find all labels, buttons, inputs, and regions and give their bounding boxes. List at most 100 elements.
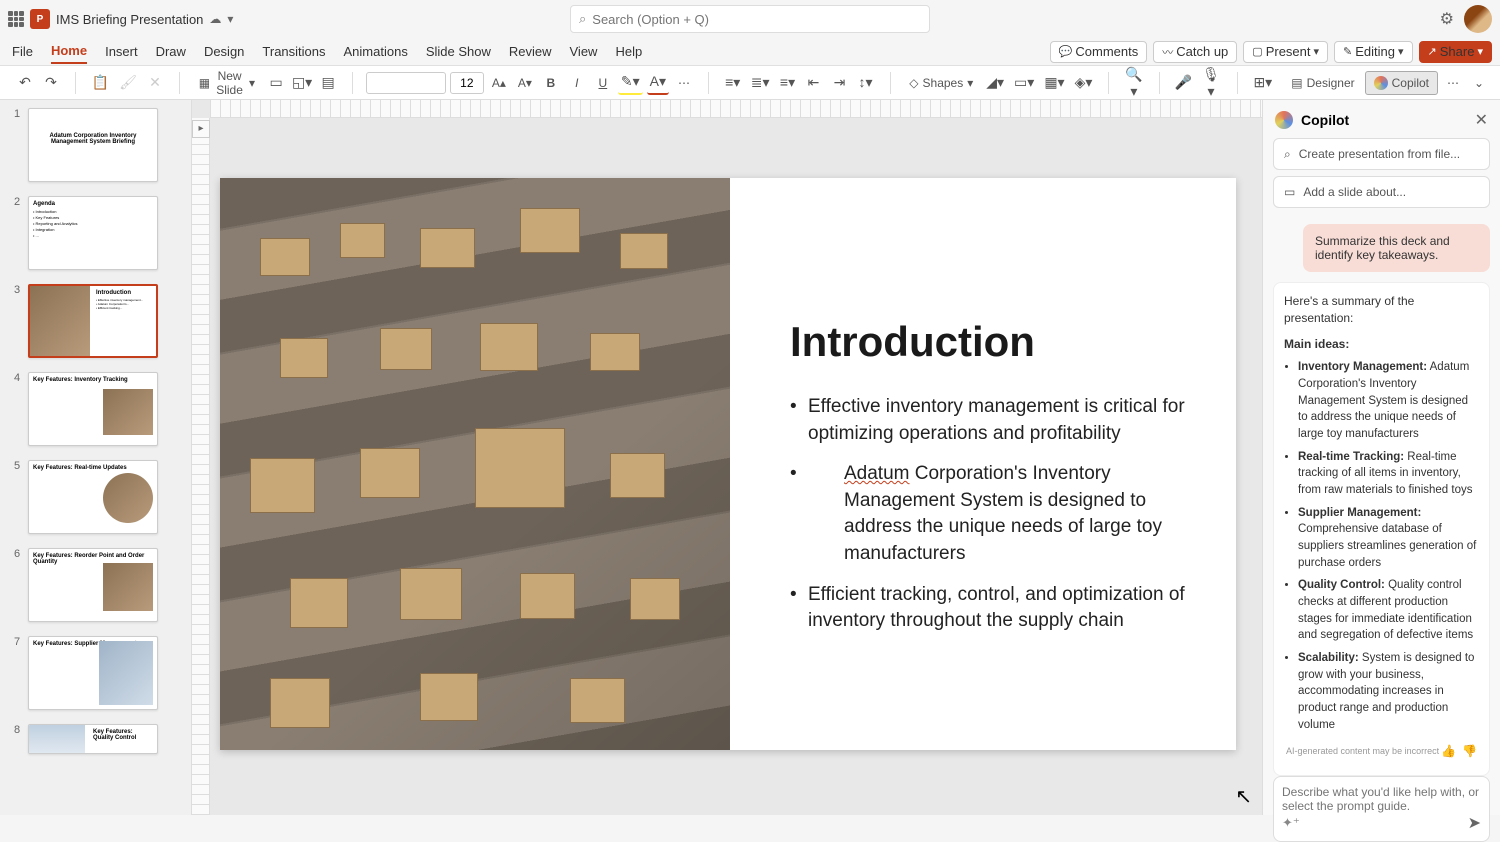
indent-left-button[interactable]: ⇤ (803, 71, 825, 95)
thumbnail-3[interactable]: Introduction• Effective inventory manage… (28, 284, 158, 358)
ribbon: ↶ ↷ 📋 🖌 ✕ ▦ New Slide ▾ ▭ ◱▾ ▤ A▴ A▾ B I… (0, 66, 1500, 100)
decrease-font-button[interactable]: A▾ (514, 71, 536, 95)
slide-heading[interactable]: Introduction (790, 318, 1186, 366)
vertical-ruler[interactable] (192, 118, 210, 815)
user-avatar[interactable] (1464, 5, 1492, 33)
share-button[interactable]: ↗ Share ▾ (1419, 41, 1492, 63)
section-button[interactable]: ▤ (317, 71, 339, 95)
reset-button[interactable]: ◱▾ (291, 71, 313, 95)
editing-button[interactable]: ✎ Editing ▾ (1334, 41, 1413, 63)
bullet-1[interactable]: Effective inventory management is critic… (790, 394, 1186, 447)
shape-outline-button[interactable]: ▭▾ (1011, 71, 1037, 95)
menu-home[interactable]: Home (51, 39, 87, 64)
increase-font-button[interactable]: A▴ (488, 71, 510, 95)
format-painter-button[interactable]: 🖌 (116, 71, 140, 95)
undo-button[interactable]: ↶ (14, 71, 36, 95)
copilot-prompt-textarea[interactable] (1282, 785, 1481, 813)
present-button[interactable]: ▢ Present ▾ (1243, 41, 1328, 63)
menu-draw[interactable]: Draw (156, 40, 186, 63)
font-color-button[interactable]: A▾ (647, 71, 669, 95)
slide-icon: ▭ (1284, 185, 1295, 199)
line-spacing-button[interactable]: ↕▾ (855, 71, 877, 95)
menu-insert[interactable]: Insert (105, 40, 138, 63)
ribbon-more-button[interactable]: ⋯ (1442, 71, 1464, 95)
catchup-button[interactable]: 〰 Catch up (1153, 41, 1237, 63)
arrange-button[interactable]: ▦▾ (1041, 71, 1067, 95)
copilot-panel: Copilot ✕ ⌕Create presentation from file… (1262, 100, 1500, 815)
quick-styles-button[interactable]: ◈▾ (1072, 71, 1096, 95)
thumbnail-6[interactable]: Key Features: Reorder Point and Order Qu… (28, 548, 158, 622)
bullets-button[interactable]: ≡▾ (722, 71, 744, 95)
paste-button[interactable]: 📋 (89, 71, 112, 95)
comments-button[interactable]: 💬 Comments (1050, 41, 1148, 63)
font-size-input[interactable] (450, 72, 484, 94)
thumbnail-4[interactable]: Key Features: Inventory Tracking (28, 372, 158, 446)
menu-help[interactable]: Help (615, 40, 642, 63)
document-title[interactable]: IMS Briefing Presentation (56, 12, 203, 27)
title-bar: P IMS Briefing Presentation ☁︎ ▾ ⌕ ⚙ (0, 0, 1500, 38)
new-slide-button[interactable]: ▦ New Slide ▾ (193, 71, 261, 95)
thumbnail-5[interactable]: Key Features: Real-time Updates (28, 460, 158, 534)
thumbnail-8[interactable]: Key Features: Quality Control (28, 724, 158, 754)
copilot-title: Copilot (1301, 112, 1467, 128)
thumbnail-1[interactable]: Adatum Corporation Inventory Management … (28, 108, 158, 182)
menu-slideshow[interactable]: Slide Show (426, 40, 491, 63)
thumbnail-7[interactable]: Key Features: Supplier Management (28, 636, 158, 710)
settings-icon[interactable]: ⚙ (1440, 9, 1454, 29)
menu-review[interactable]: Review (509, 40, 552, 63)
create-from-file-button[interactable]: ⌕Create presentation from file... (1274, 139, 1489, 169)
designer-button[interactable]: ▤ Designer (1285, 71, 1360, 95)
app-launcher-icon[interactable] (8, 11, 24, 27)
search-input[interactable] (592, 12, 921, 27)
slide-content-area[interactable]: Introduction Effective inventory managem… (730, 178, 1236, 750)
addins-button[interactable]: ⊞▾ (1250, 71, 1275, 95)
menu-design[interactable]: Design (204, 40, 244, 63)
layout-button[interactable]: ▭ (265, 71, 287, 95)
slide-canvas[interactable]: Introduction Effective inventory managem… (220, 178, 1236, 750)
thumbnail-2[interactable]: Agenda• Introduction• Key Features• Repo… (28, 196, 158, 270)
ribbon-copilot-button[interactable]: Copilot (1365, 71, 1438, 95)
find-button[interactable]: 🔍▾ (1122, 71, 1146, 95)
copilot-input-box[interactable]: ✦⁺ ➤ (1273, 776, 1490, 842)
voice-button[interactable]: 🎙▾ (1198, 71, 1223, 95)
send-prompt-button[interactable]: ➤ (1468, 813, 1481, 833)
thumbs-down-button[interactable]: 👎 (1462, 743, 1477, 760)
align-button[interactable]: ≡▾ (777, 71, 799, 95)
bold-button[interactable]: B (540, 71, 562, 95)
dropdown-icon[interactable]: ▾ (227, 12, 233, 26)
thumbs-up-button[interactable]: 👍 (1441, 743, 1456, 760)
shape-fill-button[interactable]: ◢▾ (983, 71, 1007, 95)
horizontal-ruler[interactable] (210, 100, 1262, 118)
menu-transitions[interactable]: Transitions (262, 40, 325, 63)
slide-thumbnails-panel[interactable]: 1 Adatum Corporation Inventory Managemen… (0, 100, 192, 815)
copilot-logo-icon (1275, 111, 1293, 129)
dictate-button[interactable]: 🎤 (1172, 71, 1194, 95)
highlight-button[interactable]: ✎▾ (618, 71, 643, 95)
menu-animations[interactable]: Animations (344, 40, 408, 63)
menu-view[interactable]: View (570, 40, 598, 63)
close-copilot-button[interactable]: ✕ (1475, 110, 1488, 130)
cut-button[interactable]: ✕ (144, 71, 166, 95)
add-slide-about-button[interactable]: ▭Add a slide about... (1274, 177, 1489, 207)
workspace: 1 Adatum Corporation Inventory Managemen… (0, 100, 1500, 815)
search-bar[interactable]: ⌕ (570, 5, 930, 33)
summary-item: Inventory Management: Adatum Corporation… (1298, 359, 1479, 442)
italic-button[interactable]: I (566, 71, 588, 95)
copilot-response: Here's a summary of the presentation: Ma… (1273, 282, 1490, 776)
indent-right-button[interactable]: ⇥ (829, 71, 851, 95)
slide-image[interactable] (220, 178, 730, 750)
prompt-guide-button[interactable]: ✦⁺ (1282, 815, 1300, 831)
font-select[interactable] (366, 72, 446, 94)
numbering-button[interactable]: ≣▾ (748, 71, 773, 95)
bullet-2[interactable]: Adatum Corporation's Inventory Managemen… (808, 461, 1186, 567)
underline-button[interactable]: U (592, 71, 614, 95)
redo-button[interactable]: ↷ (40, 71, 62, 95)
more-font-button[interactable]: ⋯ (673, 71, 695, 95)
menu-file[interactable]: File (12, 40, 33, 63)
collapse-ribbon-button[interactable]: ⌄ (1468, 71, 1490, 95)
shapes-button[interactable]: ◇ Shapes ▾ (903, 71, 979, 95)
bullet-3[interactable]: Efficient tracking, control, and optimiz… (790, 582, 1186, 635)
summary-list: Inventory Management: Adatum Corporation… (1284, 359, 1479, 733)
outline-toggle-button[interactable]: ▸ (192, 120, 210, 138)
cloud-saved-icon[interactable]: ☁︎ (209, 12, 221, 26)
